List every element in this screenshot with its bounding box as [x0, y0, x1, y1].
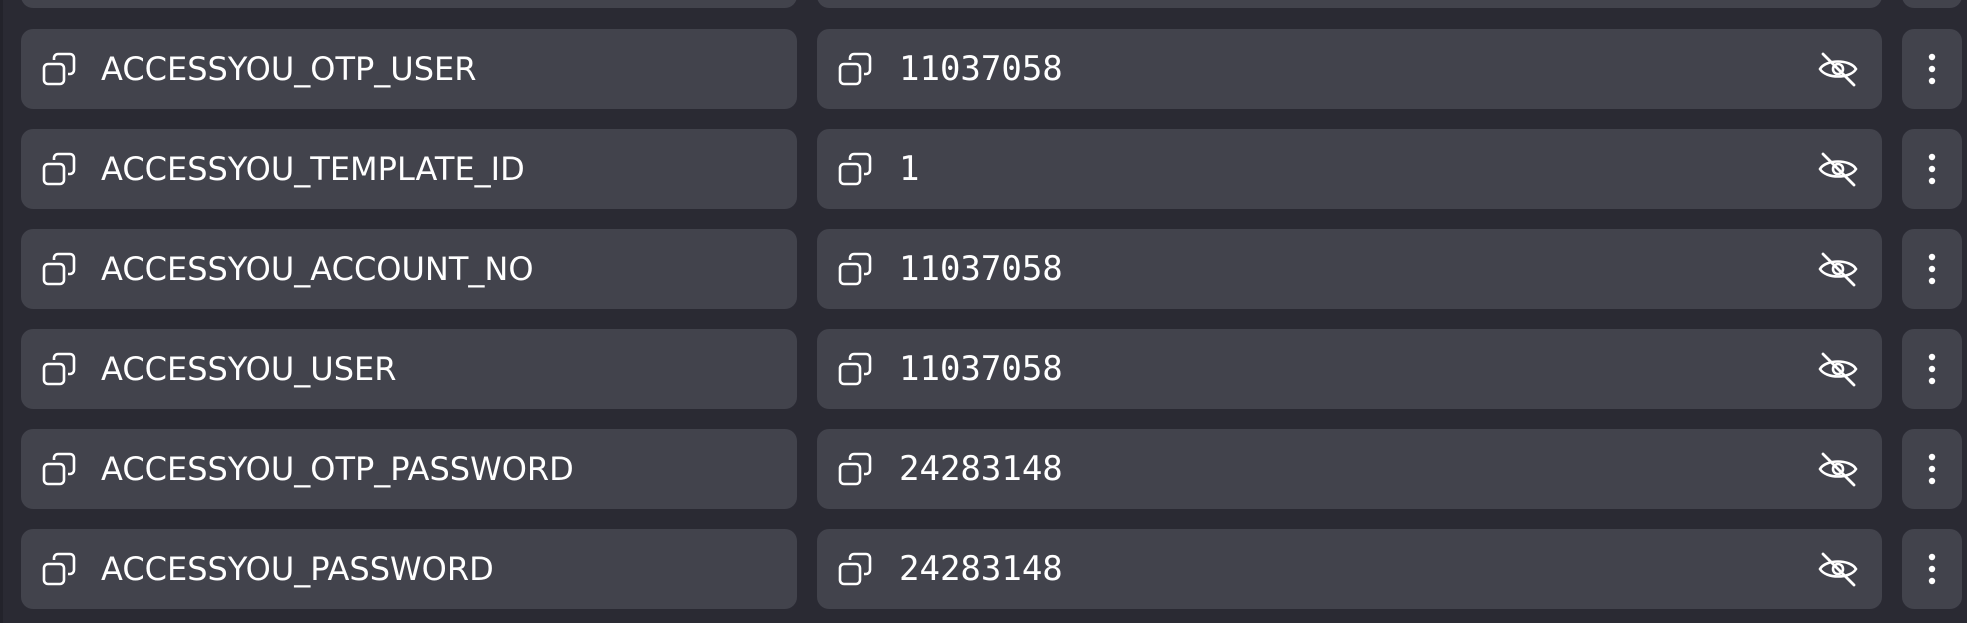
variable-key-field[interactable]: ACCESSYOU_PASSWORD: [21, 529, 797, 609]
variable-value: 1: [899, 149, 920, 189]
row-menu-button[interactable]: [1902, 429, 1962, 509]
variable-value: 24283148: [899, 449, 1063, 489]
more-vertical-icon[interactable]: [1920, 349, 1944, 389]
variable-key-field[interactable]: ACCESSYOU_OTP_PASSWORD: [21, 429, 797, 509]
row-menu-button[interactable]: [1902, 529, 1962, 609]
eye-off-icon[interactable]: [1816, 449, 1860, 489]
copy-icon[interactable]: [41, 151, 79, 189]
variable-key: ACCESSYOU_PASSWORD: [101, 550, 494, 588]
copy-icon[interactable]: [837, 51, 875, 89]
variable-key: ACCESSYOU_OTP_USER: [101, 50, 477, 88]
variable-value-field[interactable]: 24283148: [817, 429, 1882, 509]
eye-off-icon[interactable]: [1816, 249, 1860, 289]
partial-value-cell: [817, 0, 1882, 8]
eye-off-icon[interactable]: [1816, 49, 1860, 89]
copy-icon[interactable]: [837, 351, 875, 389]
eye-off-icon[interactable]: [1816, 149, 1860, 189]
eye-off-icon[interactable]: [1816, 349, 1860, 389]
variable-value-field[interactable]: 11037058: [817, 329, 1882, 409]
variable-row: ACCESSYOU_PASSWORD 24283148: [0, 529, 1967, 609]
variable-value: 11037058: [899, 49, 1063, 89]
variable-row: ACCESSYOU_ACCOUNT_NO 11037058: [0, 229, 1967, 309]
variable-key-field[interactable]: ACCESSYOU_ACCOUNT_NO: [21, 229, 797, 309]
copy-icon[interactable]: [837, 151, 875, 189]
more-vertical-icon[interactable]: [1920, 49, 1944, 89]
more-vertical-icon[interactable]: [1920, 249, 1944, 289]
row-menu-button[interactable]: [1902, 329, 1962, 409]
copy-icon[interactable]: [837, 551, 875, 589]
row-menu-button[interactable]: [1902, 29, 1962, 109]
variable-value-field[interactable]: 24283148: [817, 529, 1882, 609]
row-menu-button[interactable]: [1902, 229, 1962, 309]
variable-key-field[interactable]: ACCESSYOU_USER: [21, 329, 797, 409]
variable-key: ACCESSYOU_TEMPLATE_ID: [101, 150, 525, 188]
variable-value-field[interactable]: 1: [817, 129, 1882, 209]
copy-icon[interactable]: [41, 51, 79, 89]
variable-value: 24283148: [899, 549, 1063, 589]
partial-key-cell: [21, 0, 797, 8]
copy-icon[interactable]: [837, 451, 875, 489]
more-vertical-icon[interactable]: [1920, 149, 1944, 189]
more-vertical-icon[interactable]: [1920, 449, 1944, 489]
environment-variables-list: ACCESSYOU_OTP_USER 11037058 ACCESSYOU_TE…: [0, 0, 1967, 623]
variable-row: ACCESSYOU_USER 11037058: [0, 329, 1967, 409]
variable-value: 11037058: [899, 249, 1063, 289]
variable-key-field[interactable]: ACCESSYOU_OTP_USER: [21, 29, 797, 109]
variable-value-field[interactable]: 11037058: [817, 229, 1882, 309]
eye-off-icon[interactable]: [1816, 549, 1860, 589]
copy-icon[interactable]: [41, 451, 79, 489]
variable-key-field[interactable]: ACCESSYOU_TEMPLATE_ID: [21, 129, 797, 209]
variable-row: ACCESSYOU_OTP_PASSWORD 24283148: [0, 429, 1967, 509]
copy-icon[interactable]: [41, 351, 79, 389]
variable-row: ACCESSYOU_TEMPLATE_ID 1: [0, 129, 1967, 209]
variable-key: ACCESSYOU_ACCOUNT_NO: [101, 250, 534, 288]
variable-key: ACCESSYOU_OTP_PASSWORD: [101, 450, 574, 488]
variable-row: ACCESSYOU_OTP_USER 11037058: [0, 29, 1967, 109]
copy-icon[interactable]: [837, 251, 875, 289]
row-menu-button[interactable]: [1902, 129, 1962, 209]
variable-value: 11037058: [899, 349, 1063, 389]
variable-value-field[interactable]: 11037058: [817, 29, 1882, 109]
copy-icon[interactable]: [41, 551, 79, 589]
more-vertical-icon[interactable]: [1920, 549, 1944, 589]
copy-icon[interactable]: [41, 251, 79, 289]
variable-key: ACCESSYOU_USER: [101, 350, 397, 388]
partial-menu-cell: [1902, 0, 1962, 8]
